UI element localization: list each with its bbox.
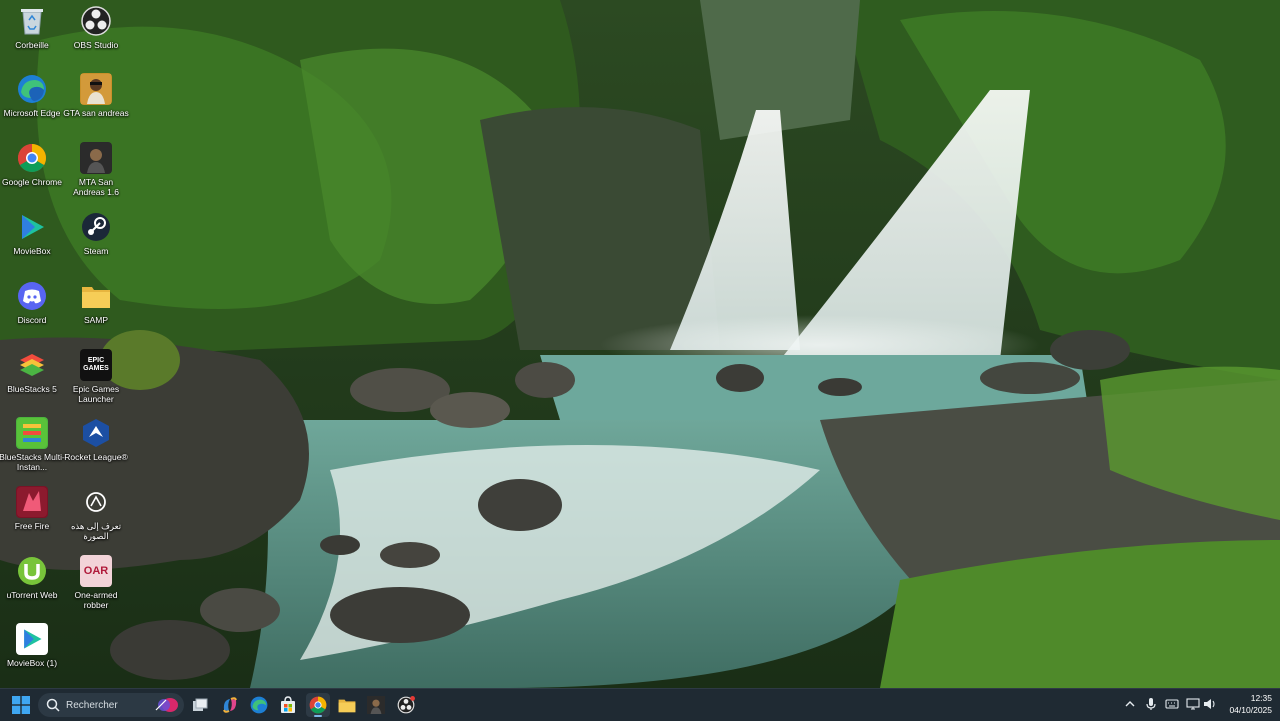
desktop-icon-recycle-bin[interactable]: Corbeille <box>0 0 66 66</box>
mta-icon <box>80 142 112 174</box>
taskbar-search-box[interactable]: Rechercher <box>38 693 184 717</box>
desktop-icon-samp[interactable]: SAMP <box>62 275 130 341</box>
desktop-icon-label: GTA san andreas <box>63 108 129 118</box>
tray-network[interactable] <box>1186 697 1200 711</box>
taskbar: Rechercher 12:35 04/10/2025 <box>0 688 1280 721</box>
desktop-icon-bluestacks-multi[interactable]: BlueStacks Multi-Instan... <box>0 412 66 478</box>
desktop-wallpaper <box>0 0 1280 688</box>
store-icon <box>281 696 295 713</box>
chevron-up-icon <box>1125 701 1135 707</box>
taskbar-file-explorer[interactable] <box>335 693 359 717</box>
desktop-icon-label: SAMP <box>83 315 109 325</box>
file-explorer-icon <box>338 699 356 713</box>
clock-time: 12:35 <box>1250 693 1272 703</box>
desktop-icon-label: MovieBox (1) <box>6 658 58 668</box>
desktop-icon-discord[interactable]: Discord <box>0 275 66 341</box>
desktop-icon-label: Epic Games Launcher <box>72 384 120 404</box>
chrome-icon <box>309 696 327 714</box>
start-button[interactable] <box>12 696 30 714</box>
obs-studio-icon <box>80 5 112 37</box>
obs-studio-icon <box>397 696 415 714</box>
desktop-icon-label: BlueStacks 5 <box>7 384 57 394</box>
desktop-icon-free-fire[interactable]: Free Fire <box>0 481 66 547</box>
recycle-bin-icon <box>16 5 48 37</box>
desktop-icon-one-armed-robber[interactable]: OAR One-armed robber <box>62 550 130 616</box>
desktop-icon-epic-games[interactable]: EPIC GAMES Epic Games Launcher <box>62 344 130 410</box>
moviebox-icon <box>16 623 48 655</box>
taskbar-task-view[interactable] <box>188 693 212 717</box>
copilot-icon <box>223 697 237 713</box>
desktop-icon-moviebox[interactable]: MovieBox <box>0 206 66 272</box>
clock-date: 04/10/2025 <box>1229 705 1272 715</box>
taskbar-mta[interactable] <box>364 693 388 717</box>
spotlight-icon <box>80 486 112 518</box>
bluestacks-icon <box>16 349 48 381</box>
taskbar-obs-studio[interactable] <box>394 693 418 717</box>
desktop-icon-label: Steam <box>83 246 109 256</box>
desktop-icon-steam[interactable]: Steam <box>62 206 130 272</box>
search-icon <box>46 698 60 712</box>
gta-icon <box>80 73 112 105</box>
desktop-icon-label: Google Chrome <box>1 177 62 187</box>
free-fire-icon <box>16 486 48 518</box>
desktop-icon-label: BlueStacks Multi-Instan... <box>0 452 65 472</box>
desktop-icon-label: OBS Studio <box>73 40 119 50</box>
tray-microphone[interactable] <box>1144 697 1158 711</box>
desktop-icon-spotlight[interactable]: تعرف إلى هذه الصورة <box>62 481 130 547</box>
keyboard-icon <box>1165 699 1179 709</box>
desktop-icon-label: One-armed robber <box>74 590 118 610</box>
discord-icon <box>16 280 48 312</box>
desktop-icon-grid: Corbeille OBS Studio Microsoft Edge GTA … <box>0 0 140 688</box>
microphone-icon <box>1146 698 1156 710</box>
desktop-icon-utorrent[interactable]: uTorrent Web <box>0 550 66 616</box>
edge-icon <box>250 696 268 714</box>
edge-icon <box>16 73 48 105</box>
bluestacks-multi-icon <box>16 417 48 449</box>
desktop-icon-label: MTA San Andreas 1.6 <box>73 177 119 197</box>
tray-overflow-button[interactable] <box>1123 697 1137 711</box>
network-icon <box>1186 698 1200 710</box>
tray-keyboard[interactable] <box>1165 697 1179 711</box>
desktop-icon-label: Discord <box>17 315 47 325</box>
desktop-icon-label: Free Fire <box>14 521 50 531</box>
steam-icon <box>80 211 112 243</box>
search-placeholder: Rechercher <box>66 699 118 711</box>
desktop-icon-label: MovieBox <box>13 246 51 256</box>
desktop-icon-edge[interactable]: Microsoft Edge <box>0 68 66 134</box>
desktop-icon-label: Corbeille <box>15 40 49 50</box>
folder-icon <box>80 280 112 312</box>
desktop-icon-chrome[interactable]: Google Chrome <box>0 137 66 203</box>
rocket-league-icon <box>80 417 112 449</box>
desktop-icon-label: Microsoft Edge <box>3 108 61 118</box>
windows-logo-icon <box>12 696 30 714</box>
desktop-icon-rocket-league[interactable]: Rocket League® <box>62 412 130 478</box>
search-highlight-icon <box>155 698 178 712</box>
desktop-icon-gta[interactable]: GTA san andreas <box>62 68 130 134</box>
taskbar-store[interactable] <box>276 693 300 717</box>
mta-icon <box>367 696 385 714</box>
moviebox-icon <box>16 211 48 243</box>
taskbar-edge[interactable] <box>247 693 271 717</box>
one-armed-robber-icon: OAR <box>80 555 112 587</box>
desktop-icon-label: uTorrent Web <box>6 590 58 600</box>
tray-volume[interactable] <box>1203 697 1217 711</box>
desktop-icon-obs-studio[interactable]: OBS Studio <box>62 0 130 66</box>
desktop-icon-label: Rocket League® <box>64 452 128 462</box>
task-view-icon <box>193 698 208 711</box>
desktop-icon-bluestacks[interactable]: BlueStacks 5 <box>0 344 66 410</box>
volume-icon <box>1204 699 1215 709</box>
desktop-icon-mta[interactable]: MTA San Andreas 1.6 <box>62 137 130 203</box>
desktop-icon-label: تعرف إلى هذه الصورة <box>70 521 122 541</box>
utorrent-icon <box>16 555 48 587</box>
taskbar-clock[interactable]: 12:35 04/10/2025 <box>1229 692 1272 716</box>
taskbar-copilot[interactable] <box>218 693 242 717</box>
chrome-icon <box>16 142 48 174</box>
epic-games-icon: EPIC GAMES <box>80 349 112 381</box>
taskbar-chrome[interactable] <box>306 693 330 717</box>
desktop-icon-moviebox-1[interactable]: MovieBox (1) <box>0 618 66 684</box>
